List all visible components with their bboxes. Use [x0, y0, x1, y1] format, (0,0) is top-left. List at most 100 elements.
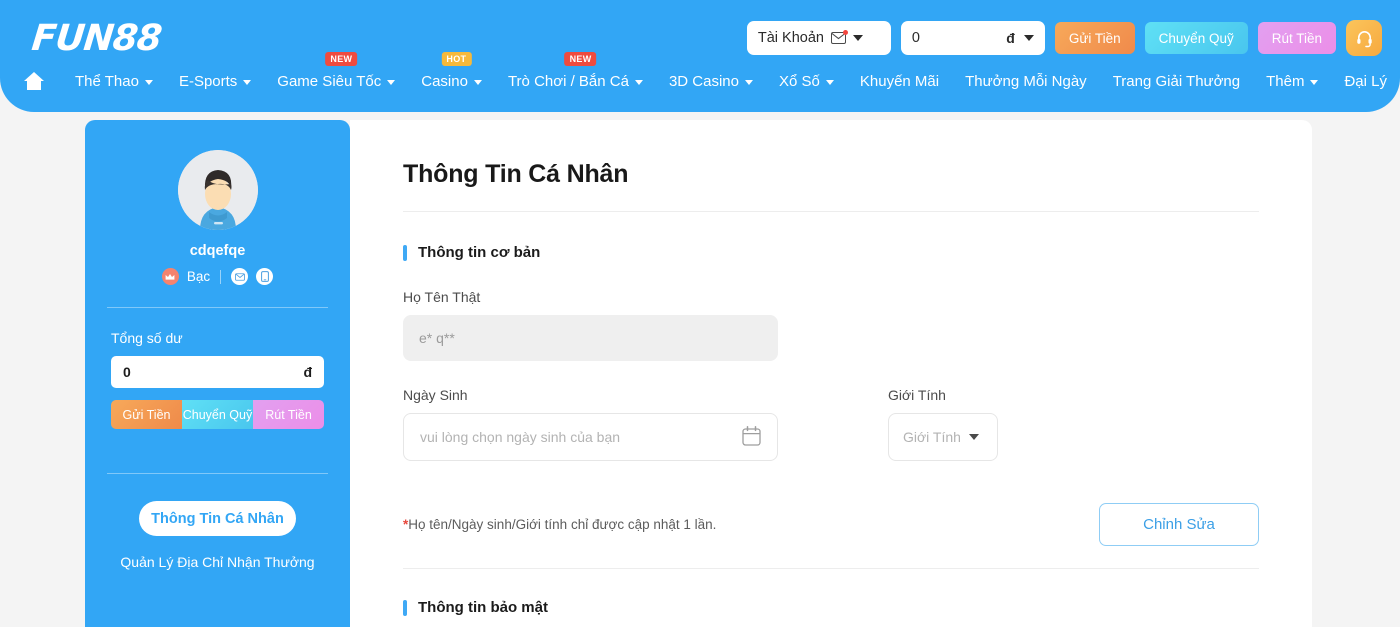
accent-bar [403, 599, 407, 616]
nav-item-casino[interactable]: HOT Casino [408, 51, 495, 90]
sidebar-item-profile[interactable]: Thông Tin Cá Nhân [139, 501, 296, 536]
chevron-down-icon [745, 79, 753, 85]
nav-item-dai-ly[interactable]: Đại Lý [1331, 73, 1400, 90]
chevron-down-icon [1310, 79, 1319, 85]
sidebar-withdraw-button[interactable]: Rút Tiền [253, 400, 324, 429]
field-birthdate: Ngày Sinh vui lòng chọn ngày sinh của bạ… [403, 387, 778, 461]
birthdate-placeholder: vui lòng chọn ngày sinh của bạn [420, 429, 621, 445]
chevron-down-icon [473, 79, 482, 85]
chevron-down-icon [144, 79, 153, 85]
currency-symbol: đ [1006, 30, 1015, 46]
accent-bar [403, 244, 407, 261]
avatar-wrapper [85, 150, 350, 230]
crown-icon [161, 268, 179, 285]
badge-new: NEW [564, 51, 597, 66]
note-row: *Họ tên/Ngày sinh/Giới tính chỉ được cập… [403, 503, 1259, 546]
sidebar-action-buttons: Gửi Tiền Chuyển Quỹ Rút Tiền [111, 400, 324, 429]
calendar-icon[interactable] [742, 425, 761, 449]
nav-label: Thể Thao [75, 72, 139, 90]
nav-label: Xổ Số [779, 72, 820, 90]
section-header-basic: Thông tin cơ bản [403, 244, 1312, 261]
account-sidebar: cdqefqe Bạc Tổng số dư 0 đ Gửi Tiền Chuy… [85, 120, 350, 627]
chevron-down-icon [387, 79, 396, 85]
nav-label: Đại Lý [1344, 72, 1387, 90]
nav-item-3d-casino[interactable]: 3D Casino [656, 73, 766, 90]
avatar[interactable] [177, 150, 258, 230]
chevron-down-icon [243, 79, 252, 85]
nav-item-khuyen-mai[interactable]: Khuyến Mãi [847, 73, 952, 90]
balance-dropdown[interactable]: 0 đ [900, 21, 1045, 55]
main-navigation: Thể Thao E-Sports NEW Game Siêu Tốc HOT … [22, 51, 1390, 92]
total-balance-value: 0 [123, 364, 131, 380]
chevron-down-icon [968, 434, 979, 440]
divider [220, 269, 222, 284]
nav-label: Game Siêu Tốc [277, 72, 382, 90]
nav-label: Thưởng Mỗi Ngày [965, 72, 1087, 90]
gender-label: Giới Tính [888, 387, 946, 403]
nav-label: Trang Giải Thưởng [1112, 72, 1241, 90]
site-header: FUN88 Tài Khoản 0 đ Gửi Tiền Chuyển Quỹ … [0, 0, 1400, 112]
unread-dot [842, 30, 848, 35]
fullname-label: Họ Tên Thật [403, 289, 481, 305]
balance-value: 0 [911, 30, 920, 46]
sidebar-menu: Thông Tin Cá Nhân Quản Lý Địa Chỉ Nhận T… [85, 501, 350, 570]
total-balance-field[interactable]: 0 đ [111, 356, 324, 388]
deposit-button[interactable]: Gửi Tiền [1054, 22, 1135, 54]
home-icon[interactable] [22, 70, 46, 92]
account-dropdown[interactable]: Tài Khoản [746, 21, 891, 55]
gender-placeholder: Giới Tính [903, 429, 961, 445]
note-text: Họ tên/Ngày sinh/Giới tính chỉ được cập … [408, 517, 717, 532]
rank-label: Bạc [186, 269, 211, 284]
fun88-logo[interactable]: FUN88 [30, 18, 163, 59]
nav-item-e-sports[interactable]: E-Sports [166, 73, 264, 90]
nav-label: 3D Casino [668, 72, 739, 90]
transfer-button[interactable]: Chuyển Quỹ [1144, 22, 1248, 54]
header-top-controls: Tài Khoản 0 đ Gửi Tiền Chuyển Quỹ Rút Ti… [746, 20, 1382, 56]
sidebar-divider-1 [107, 307, 328, 308]
main-content-card: Thông Tin Cá Nhân Thông tin cơ bản Họ Tê… [350, 120, 1312, 627]
section-title: Thông tin bảo mật [418, 599, 548, 616]
birthdate-label: Ngày Sinh [403, 387, 468, 403]
nav-item-tro-choi-ban-ca[interactable]: NEW Trò Chơi / Bắn Cá [495, 51, 656, 90]
update-note: *Họ tên/Ngày sinh/Giới tính chỉ được cập… [403, 517, 716, 532]
sidebar-deposit-button[interactable]: Gửi Tiền [111, 400, 182, 429]
nav-label: E-Sports [178, 72, 238, 90]
nav-item-thuong-moi-ngay[interactable]: Thưởng Mỗi Ngày [952, 73, 1100, 90]
field-row-birth-gender: Ngày Sinh vui lòng chọn ngày sinh của bạ… [403, 387, 1312, 461]
nav-label: Khuyến Mãi [859, 72, 940, 90]
username: cdqefqe [189, 243, 246, 259]
gender-select[interactable]: Giới Tính [888, 413, 998, 461]
title-divider [403, 211, 1259, 212]
sidebar-divider-2 [107, 473, 328, 474]
withdraw-button[interactable]: Rút Tiền [1257, 22, 1336, 54]
nav-item-trang-giai-thuong[interactable]: Trang Giải Thưởng [1100, 73, 1253, 90]
section-header-security: Thông tin bảo mật [403, 599, 1312, 616]
sidebar-transfer-button[interactable]: Chuyển Quỹ [182, 400, 253, 429]
section-divider [403, 568, 1259, 569]
nav-item-them[interactable]: Thêm [1253, 73, 1331, 90]
nav-label: Casino [421, 72, 468, 90]
badge-new: NEW [325, 51, 358, 66]
chevron-down-icon [1023, 35, 1034, 41]
fullname-input: e* q** [403, 315, 778, 361]
field-fullname: Họ Tên Thật e* q** [403, 289, 1312, 361]
page-root: FUN88 Tài Khoản 0 đ Gửi Tiền Chuyển Quỹ … [0, 0, 1400, 627]
page-title: Thông Tin Cá Nhân [403, 160, 629, 188]
edit-button[interactable]: Chỉnh Sửa [1099, 503, 1259, 546]
headset-icon[interactable] [1346, 20, 1382, 56]
birthdate-input[interactable]: vui lòng chọn ngày sinh của bạn [403, 413, 778, 461]
field-gender: Giới Tính Giới Tính [888, 387, 998, 461]
nav-item-the-thao[interactable]: Thể Thao [62, 73, 166, 90]
rank-row: Bạc [85, 268, 350, 285]
total-balance-label: Tổng số dư [111, 330, 183, 346]
phone-icon[interactable] [256, 268, 274, 285]
envelope-icon[interactable] [231, 268, 249, 285]
chevron-down-icon [634, 79, 643, 85]
chevron-down-icon [825, 79, 834, 85]
nav-label: Thêm [1266, 72, 1305, 90]
sidebar-item-address[interactable]: Quản Lý Địa Chỉ Nhận Thưởng [85, 554, 350, 570]
badge-hot: HOT [441, 51, 472, 66]
nav-item-xo-so[interactable]: Xổ Số [766, 73, 847, 90]
nav-item-game-sieu-toc[interactable]: NEW Game Siêu Tốc [264, 51, 408, 90]
account-label: Tài Khoản [757, 30, 824, 46]
